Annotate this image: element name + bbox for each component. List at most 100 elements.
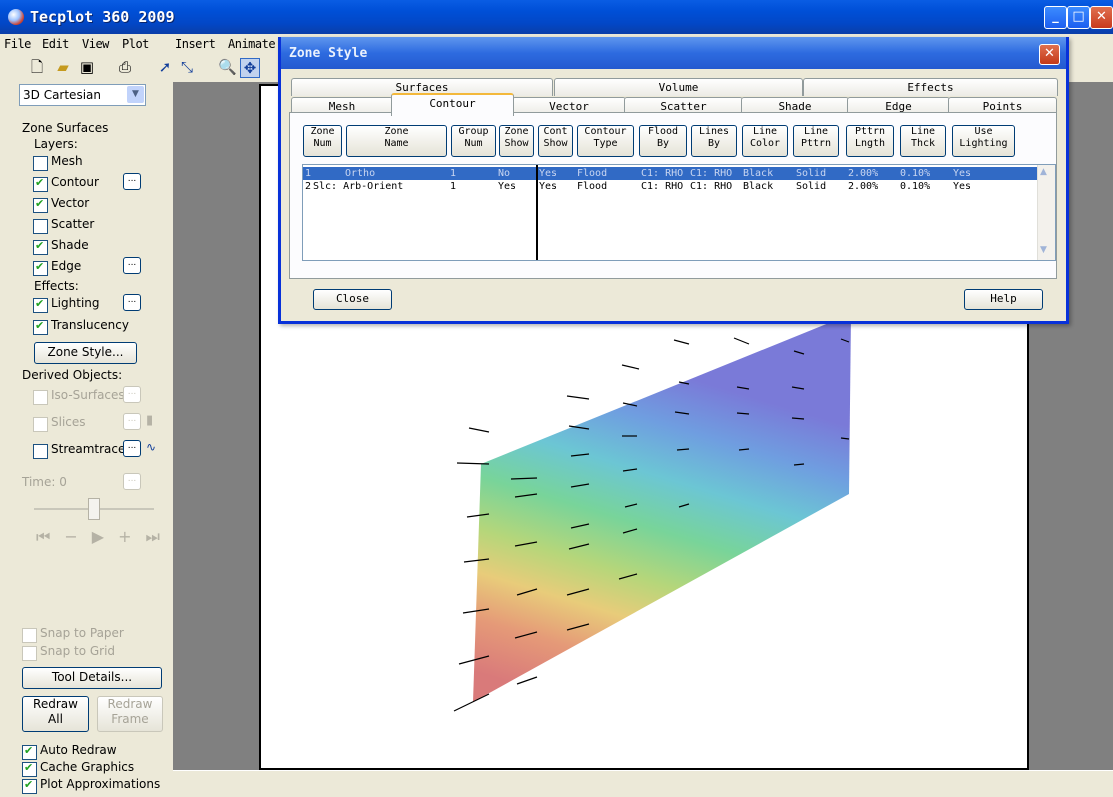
lighting-checkbox[interactable]: [33, 297, 48, 313]
scroll-down-icon[interactable]: ▼: [1040, 245, 1047, 255]
redraw-all-button[interactable]: Redraw All: [22, 696, 89, 732]
save-icon[interactable]: ▣: [78, 58, 96, 76]
menu-plot[interactable]: Plot: [122, 37, 149, 51]
lighting-options-button[interactable]: ...: [123, 294, 141, 311]
tab-group-volume[interactable]: Volume: [554, 78, 803, 96]
time-label: Time: 0: [22, 475, 67, 489]
shade-checkbox[interactable]: [33, 239, 48, 255]
derived-objects-heading: Derived Objects:: [22, 368, 123, 382]
edge-options-button[interactable]: ...: [123, 257, 141, 274]
dialog-title: Zone Style: [289, 46, 368, 61]
contour-label: Contour: [51, 175, 99, 189]
iso-surfaces-checkbox[interactable]: [33, 390, 48, 405]
scroll-up-icon[interactable]: ▲: [1040, 167, 1047, 177]
col-line-pttrn[interactable]: Line Pttrn: [793, 125, 839, 157]
close-window-button[interactable]: ✕: [1090, 6, 1113, 29]
layers-label: Layers:: [34, 137, 78, 151]
open-folder-icon[interactable]: ▰: [54, 58, 72, 76]
edge-checkbox[interactable]: [33, 260, 48, 276]
iso-surfaces-options-button[interactable]: ...: [123, 386, 141, 403]
slice-tool-icon[interactable]: ▮: [146, 413, 153, 428]
auto-redraw-checkbox[interactable]: [22, 744, 37, 760]
scatter-label: Scatter: [51, 217, 95, 231]
plot-type-select[interactable]: 3D Cartesian ▼: [19, 84, 146, 106]
zone-style-button[interactable]: Zone Style...: [34, 342, 137, 364]
zone-style-dialog: Zone Style ✕ Surfaces Volume Effects Mes…: [278, 37, 1069, 324]
cache-graphics-label: Cache Graphics: [40, 760, 135, 774]
dialog-close-icon[interactable]: ✕: [1039, 44, 1060, 65]
snap-to-paper-checkbox[interactable]: [22, 628, 37, 643]
col-line-thck[interactable]: Line Thck: [900, 125, 946, 157]
tab-contour[interactable]: Contour: [391, 93, 514, 116]
snap-to-paper-label: Snap to Paper: [40, 626, 124, 640]
menu-view[interactable]: View: [82, 37, 109, 51]
status-bar: [173, 770, 1113, 797]
vector-label: Vector: [51, 196, 90, 210]
col-flood-by[interactable]: Flood By: [639, 125, 687, 157]
help-button[interactable]: Help: [964, 289, 1043, 310]
translate-icon[interactable]: ✥: [240, 58, 260, 78]
print-icon[interactable]: ⎙: [116, 58, 134, 76]
streamtraces-options-button[interactable]: ...: [123, 440, 141, 457]
col-zone-num[interactable]: Zone Num: [303, 125, 342, 157]
col-use-lighting[interactable]: Use Lighting: [952, 125, 1015, 157]
col-pttrn-lngth[interactable]: Pttrn Lngth: [846, 125, 894, 157]
snap-to-grid-checkbox[interactable]: [22, 646, 37, 661]
auto-redraw-label: Auto Redraw: [40, 743, 117, 757]
table-row[interactable]: 2 Slc: Arb-Orient 1 Yes Yes Flood C1: RH…: [303, 180, 1041, 193]
col-cont-show[interactable]: Cont Show: [538, 125, 573, 157]
maximize-button[interactable]: □: [1067, 6, 1090, 29]
redraw-frame-button[interactable]: Redraw Frame: [97, 696, 163, 732]
col-lines-by[interactable]: Lines By: [691, 125, 737, 157]
mesh-label: Mesh: [51, 154, 83, 168]
col-zone-show[interactable]: Zone Show: [499, 125, 534, 157]
menu-file[interactable]: File: [4, 37, 31, 51]
scatter-checkbox[interactable]: [33, 219, 48, 234]
menu-animate[interactable]: Animate: [228, 37, 276, 51]
grid-scrollbar[interactable]: ▲ ▼: [1037, 165, 1055, 260]
streamtrace-tool-icon[interactable]: ∿: [146, 440, 156, 454]
mesh-checkbox[interactable]: [33, 156, 48, 171]
close-button[interactable]: Close: [313, 289, 392, 310]
table-row[interactable]: 1 Ortho 1 No Yes Flood C1: RHO C1: RHO B…: [303, 167, 1041, 180]
toolbar: 🗋 ▰ ▣ ⎙ ➚ ⤡ 🔍 ✥: [0, 54, 280, 80]
iso-surfaces-label: Iso-Surfaces: [51, 388, 125, 402]
effects-label: Effects:: [34, 279, 79, 293]
tool-details-button[interactable]: Tool Details...: [22, 667, 162, 689]
contour-options-button[interactable]: ...: [123, 173, 141, 190]
streamtraces-checkbox[interactable]: [33, 444, 48, 459]
menu-edit[interactable]: Edit: [42, 37, 69, 51]
chevron-down-icon: ▼: [127, 86, 144, 103]
redraw-all-line2: All: [48, 712, 63, 726]
col-group-num[interactable]: Group Num: [451, 125, 496, 157]
plot-approximations-label: Plot Approximations: [40, 777, 161, 791]
adjustor-icon[interactable]: ⤡: [178, 58, 196, 76]
col-contour-type[interactable]: Contour Type: [577, 125, 634, 157]
translucency-checkbox[interactable]: [33, 319, 48, 335]
menu-bar: File Edit View Plot Insert Animate: [0, 34, 280, 54]
vector-checkbox[interactable]: [33, 197, 48, 213]
select-arrow-icon[interactable]: ➚: [156, 58, 174, 76]
time-options-button[interactable]: ...: [123, 473, 141, 490]
cache-graphics-checkbox[interactable]: [22, 761, 37, 777]
col-zone-name[interactable]: Zone Name: [346, 125, 447, 157]
new-file-icon[interactable]: 🗋: [28, 58, 46, 76]
tab-group-effects[interactable]: Effects: [803, 78, 1058, 96]
app-titlebar: Tecplot 360 2009 _ □ ✕: [0, 0, 1113, 34]
shade-label: Shade: [51, 238, 89, 252]
slices-options-button[interactable]: ...: [123, 413, 141, 430]
plot-approximations-checkbox[interactable]: [22, 778, 37, 794]
minimize-button[interactable]: _: [1044, 6, 1067, 29]
dialog-titlebar[interactable]: Zone Style ✕: [281, 37, 1066, 69]
menu-insert[interactable]: Insert: [175, 37, 216, 51]
contour-checkbox[interactable]: [33, 176, 48, 192]
zone-grid[interactable]: 1 Ortho 1 No Yes Flood C1: RHO C1: RHO B…: [302, 164, 1056, 261]
slices-label: Slices: [51, 415, 86, 429]
zoom-icon[interactable]: 🔍: [218, 58, 237, 76]
tecplot-logo-icon: [8, 9, 24, 25]
slices-checkbox[interactable]: [33, 417, 48, 432]
time-slider-thumb[interactable]: [88, 498, 100, 520]
col-line-color[interactable]: Line Color: [742, 125, 788, 157]
streamtraces-label: Streamtraces: [51, 442, 132, 456]
snap-to-grid-label: Snap to Grid: [40, 644, 116, 658]
